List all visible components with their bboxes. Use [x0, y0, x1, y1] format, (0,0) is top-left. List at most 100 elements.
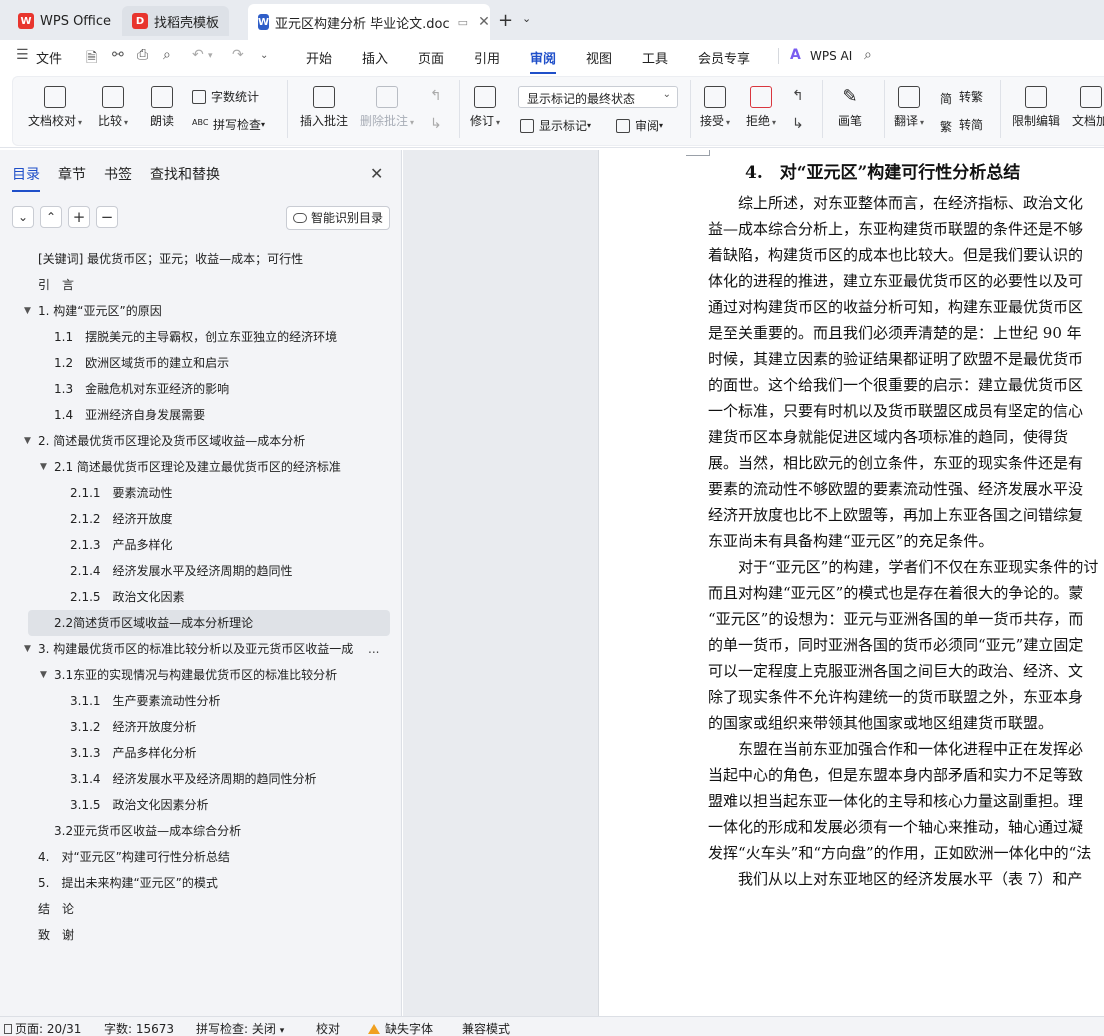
menu-file[interactable]: 文件: [36, 48, 62, 67]
spell-check-label: 拼写检查: [213, 118, 262, 132]
toc-item[interactable]: 2.1.3 产品多样化: [0, 532, 366, 558]
share-icon[interactable]: ⚯: [112, 47, 124, 63]
toc-expand-toggle-icon[interactable]: ▼: [40, 670, 47, 680]
missing-font-status[interactable]: 缺失字体: [368, 1020, 433, 1036]
toc-item[interactable]: 3. 构建最优货币区的标准比较分析以及亚元货币区收益一成: [0, 636, 366, 662]
smart-toc-button[interactable]: 智能识别目录: [286, 206, 390, 230]
toc-item[interactable]: 2.1.5 政治文化因素: [0, 584, 366, 610]
window-mode-icon[interactable]: ▭: [458, 16, 468, 29]
to-traditional-button[interactable]: 简 转繁: [940, 88, 983, 106]
add-heading-button[interactable]: +: [68, 206, 90, 228]
translate-button[interactable]: 翻译 ▾: [894, 86, 924, 129]
menu-wps-ai[interactable]: WPS AI: [810, 49, 852, 63]
reject-button[interactable]: 拒绝 ▾: [746, 86, 776, 129]
toc-item[interactable]: 4. 对“亚元区”构建可行性分析总结: [0, 844, 366, 870]
menu-tools[interactable]: 工具: [642, 48, 668, 67]
hamburger-icon[interactable]: ☰: [16, 47, 29, 63]
to-simplified-button[interactable]: 繁 转简: [940, 116, 983, 134]
compare-button[interactable]: 比较 ▾: [98, 86, 128, 129]
close-pane-icon[interactable]: ✕: [370, 164, 383, 183]
new-tab-icon[interactable]: +: [498, 10, 513, 31]
toc-item[interactable]: 3.1.5 政治文化因素分析: [0, 792, 366, 818]
tab-wps-office[interactable]: W WPS Office: [8, 6, 121, 36]
print-icon[interactable]: ⎙: [137, 47, 148, 63]
toc-item[interactable]: 致 谢: [0, 922, 366, 948]
toc-item[interactable]: 引 言: [0, 272, 366, 298]
undo-dropdown-icon[interactable]: ▾: [208, 51, 213, 61]
wps-ai-icon[interactable]: A: [790, 47, 801, 63]
toc-item[interactable]: 2.1.2 经济开放度: [0, 506, 366, 532]
undo-icon[interactable]: ↶: [192, 47, 204, 63]
toc-item[interactable]: 结 论: [0, 896, 366, 922]
toc-item[interactable]: 2.1 简述最优货币区理论及建立最优货币区的经济标准: [0, 454, 366, 480]
next-change-icon[interactable]: ↳: [792, 116, 804, 132]
prev-change-icon[interactable]: ↰: [792, 88, 804, 104]
menu-references[interactable]: 引用: [474, 48, 500, 67]
nav-tab-toc[interactable]: 目录: [12, 164, 40, 192]
spell-check-button[interactable]: ABC 拼写检查 ▾: [192, 116, 265, 133]
toc-expand-toggle-icon[interactable]: ▼: [24, 436, 31, 446]
review-pane-button[interactable]: 审阅 ▾: [616, 117, 663, 134]
toc-item[interactable]: 1.2 欧洲区域货币的建立和启示: [0, 350, 366, 376]
markup-state-select[interactable]: 显示标记的最终状态 ⌄: [518, 86, 678, 108]
toc-item-more-icon[interactable]: ...: [368, 642, 379, 656]
read-aloud-button[interactable]: 朗读: [150, 86, 174, 129]
toc-item[interactable]: 2.2简述货币区域收益—成本分析理论: [28, 610, 390, 636]
next-comment-icon[interactable]: ↳: [430, 116, 442, 132]
word-count-status[interactable]: 字数: 15673: [104, 1020, 174, 1036]
quick-access-more-icon[interactable]: ⌄: [260, 50, 268, 61]
prev-comment-icon[interactable]: ↰: [430, 88, 442, 104]
toc-item[interactable]: 3.1.1 生产要素流动性分析: [0, 688, 366, 714]
toc-item[interactable]: 2.1.1 要素流动性: [0, 480, 366, 506]
doc-check-button[interactable]: 文档校对 ▾: [28, 86, 82, 129]
menu-page[interactable]: 页面: [418, 48, 444, 67]
tab-document[interactable]: W 亚元区构建分析 毕业论文.doc ▭ ✕: [248, 4, 490, 40]
print-preview-icon[interactable]: ⌕: [163, 47, 171, 63]
toc-item[interactable]: 1.4 亚洲经济自身发展需要: [0, 402, 366, 428]
toc-item[interactable]: 1. 构建“亚元区”的原因: [0, 298, 366, 324]
toc-item[interactable]: 3.1.2 经济开放度分析: [0, 714, 366, 740]
nav-tab-sections[interactable]: 章节: [58, 164, 86, 184]
track-changes-button[interactable]: 修订 ▾: [470, 86, 500, 129]
proofread-status[interactable]: 校对: [316, 1020, 340, 1036]
toc-item[interactable]: 2.1.4 经济发展水平及经济周期的趋同性: [0, 558, 366, 584]
show-markup-button[interactable]: 显示标记 ▾: [520, 117, 591, 134]
redo-icon[interactable]: ↷: [232, 47, 244, 63]
insert-comment-button[interactable]: 插入批注: [300, 86, 348, 129]
nav-tab-find-replace[interactable]: 查找和替换: [150, 164, 220, 184]
tab-list-chevron-icon[interactable]: ⌄: [522, 12, 531, 25]
accept-button[interactable]: 接受 ▾: [700, 86, 730, 129]
pen-button[interactable]: ✎ 画笔: [838, 86, 862, 129]
toc-item[interactable]: 1.1 摆脱美元的主导霸权，创立东亚独立的经济环境: [0, 324, 366, 350]
save-icon[interactable]: 🗎: [86, 47, 97, 71]
menu-review[interactable]: 审阅: [530, 48, 557, 74]
toc-expand-toggle-icon[interactable]: ▼: [24, 306, 31, 316]
collapse-all-button[interactable]: ⌄: [12, 206, 34, 228]
accept-label: 接受: [700, 114, 725, 128]
spell-check-status[interactable]: 拼写检查: 关闭 ▾: [196, 1020, 284, 1036]
close-tab-icon[interactable]: ✕: [478, 14, 490, 30]
restrict-edit-button[interactable]: 限制编辑: [1012, 86, 1060, 129]
toc-item[interactable]: 3.1.4 经济发展水平及经济周期的趋同性分析: [0, 766, 366, 792]
toc-item[interactable]: 3.1东亚的实现情况与构建最优货币区的标准比较分析: [0, 662, 366, 688]
menu-view[interactable]: 视图: [586, 48, 612, 67]
delete-comment-button[interactable]: 删除批注 ▾: [360, 86, 414, 129]
toc-expand-toggle-icon[interactable]: ▼: [40, 462, 47, 472]
remove-heading-button[interactable]: −: [96, 206, 118, 228]
toc-item[interactable]: [关键词] 最优货币区；亚元；收益—成本；可行性: [0, 246, 366, 272]
search-icon[interactable]: ⌕: [864, 47, 872, 63]
doc-protect-button[interactable]: 文档加: [1072, 86, 1104, 129]
menu-home[interactable]: 开始: [306, 48, 332, 67]
menu-insert[interactable]: 插入: [362, 48, 388, 67]
tab-docer-templates[interactable]: D 找稻壳模板: [122, 6, 230, 36]
toc-item[interactable]: 1.3 金融危机对东亚经济的影响: [0, 376, 366, 402]
toc-item[interactable]: 3.2亚元货币区收益—成本综合分析: [0, 818, 366, 844]
word-count-button[interactable]: 字数统计: [192, 88, 259, 105]
toc-item[interactable]: 3.1.3 产品多样化分析: [0, 740, 366, 766]
nav-tab-bookmarks[interactable]: 书签: [104, 164, 132, 184]
menu-member[interactable]: 会员专享: [698, 48, 750, 67]
expand-up-button[interactable]: ⌃: [40, 206, 62, 228]
toc-expand-toggle-icon[interactable]: ▼: [24, 644, 31, 654]
toc-item[interactable]: 5. 提出未来构建“亚元区”的模式: [0, 870, 366, 896]
toc-item[interactable]: 2. 简述最优货币区理论及货币区域收益—成本分析: [0, 428, 366, 454]
